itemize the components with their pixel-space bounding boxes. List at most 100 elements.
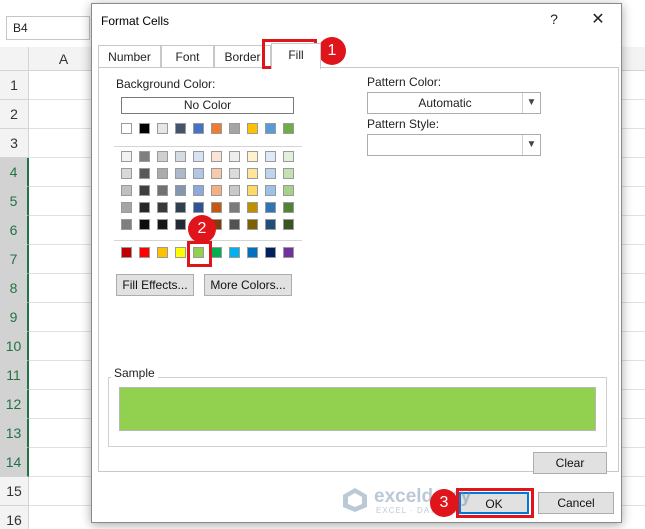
color-swatch[interactable]	[247, 202, 258, 213]
clear-button[interactable]: Clear	[533, 452, 607, 474]
color-swatch[interactable]	[175, 123, 186, 134]
color-swatch[interactable]	[157, 219, 168, 230]
row-header[interactable]: 9	[0, 303, 29, 332]
color-swatch[interactable]	[283, 123, 294, 134]
pattern-style-dropdown[interactable]: ▼	[367, 134, 541, 156]
color-swatch[interactable]	[229, 185, 240, 196]
color-swatch[interactable]	[157, 168, 168, 179]
row-header[interactable]: 6	[0, 216, 29, 245]
row-header[interactable]: 12	[0, 390, 29, 419]
color-swatch[interactable]	[247, 247, 258, 258]
color-swatch[interactable]	[121, 168, 132, 179]
color-swatch[interactable]	[247, 168, 258, 179]
no-color-button[interactable]: No Color	[121, 97, 294, 114]
color-swatch[interactable]	[157, 123, 168, 134]
row-header[interactable]: 2	[0, 100, 29, 129]
color-swatch[interactable]	[121, 151, 132, 162]
color-swatch[interactable]	[121, 247, 132, 258]
color-swatch[interactable]	[229, 151, 240, 162]
color-swatch[interactable]	[139, 247, 150, 258]
color-swatch[interactable]	[211, 151, 222, 162]
color-swatch[interactable]	[283, 151, 294, 162]
color-swatch[interactable]	[265, 168, 276, 179]
row-header[interactable]: 8	[0, 274, 29, 303]
color-swatch[interactable]	[211, 123, 222, 134]
color-swatch[interactable]	[157, 151, 168, 162]
row-header[interactable]: 15	[0, 477, 29, 506]
color-swatch[interactable]	[121, 123, 132, 134]
pattern-color-dropdown[interactable]: Automatic ▼	[367, 92, 541, 114]
more-colors-button[interactable]: More Colors...	[204, 274, 292, 296]
row-header[interactable]: 3	[0, 129, 29, 158]
color-swatch[interactable]	[265, 202, 276, 213]
color-swatch[interactable]	[265, 247, 276, 258]
pattern-style-label: Pattern Style:	[367, 117, 440, 131]
tab-fill[interactable]: Fill	[271, 43, 321, 69]
color-swatch[interactable]	[265, 185, 276, 196]
color-swatch[interactable]	[229, 123, 240, 134]
cancel-button[interactable]: Cancel	[538, 492, 614, 514]
row-header[interactable]: 13	[0, 419, 29, 448]
color-swatch[interactable]	[175, 219, 186, 230]
color-swatch[interactable]	[139, 202, 150, 213]
color-swatch[interactable]	[121, 219, 132, 230]
color-swatch[interactable]	[211, 202, 222, 213]
color-swatch[interactable]	[283, 219, 294, 230]
color-swatch[interactable]	[265, 123, 276, 134]
color-swatch[interactable]	[193, 202, 204, 213]
color-swatch[interactable]	[193, 123, 204, 134]
color-swatch[interactable]	[247, 185, 258, 196]
color-swatch[interactable]	[283, 202, 294, 213]
color-swatch[interactable]	[193, 185, 204, 196]
color-swatch[interactable]	[139, 219, 150, 230]
fill-effects-button[interactable]: Fill Effects...	[116, 274, 194, 296]
tab-number[interactable]: Number	[98, 45, 161, 68]
color-swatch[interactable]	[157, 247, 168, 258]
color-swatch[interactable]	[229, 219, 240, 230]
color-swatch[interactable]	[283, 168, 294, 179]
row-header[interactable]: 11	[0, 361, 29, 390]
color-swatch[interactable]	[121, 185, 132, 196]
color-swatch[interactable]	[175, 168, 186, 179]
color-swatch[interactable]	[247, 219, 258, 230]
tab-font[interactable]: Font	[161, 45, 214, 68]
color-swatch[interactable]	[193, 151, 204, 162]
color-swatch[interactable]	[211, 247, 222, 258]
row-header[interactable]: 10	[0, 332, 29, 361]
color-swatch[interactable]	[229, 202, 240, 213]
close-button[interactable]: ✕	[587, 9, 609, 31]
color-swatch[interactable]	[265, 219, 276, 230]
color-swatch[interactable]	[175, 151, 186, 162]
color-swatch[interactable]	[139, 185, 150, 196]
help-button[interactable]: ?	[546, 11, 562, 29]
color-swatch[interactable]	[265, 151, 276, 162]
color-swatch[interactable]	[247, 151, 258, 162]
color-swatch[interactable]	[157, 202, 168, 213]
color-swatch[interactable]	[175, 202, 186, 213]
name-box[interactable]: B4	[6, 16, 90, 40]
dialog-titlebar[interactable]: Format Cells ? ✕	[92, 4, 621, 38]
color-swatch[interactable]	[121, 202, 132, 213]
color-swatch[interactable]	[211, 168, 222, 179]
color-swatch[interactable]	[283, 185, 294, 196]
color-swatch[interactable]	[157, 185, 168, 196]
color-swatch[interactable]	[139, 151, 150, 162]
color-swatch[interactable]	[229, 247, 240, 258]
color-swatch[interactable]	[139, 123, 150, 134]
color-swatch[interactable]	[211, 185, 222, 196]
row-header[interactable]: 5	[0, 187, 29, 216]
color-swatch[interactable]	[193, 168, 204, 179]
row-header[interactable]: 1	[0, 71, 29, 100]
color-swatch[interactable]	[247, 123, 258, 134]
row-header[interactable]: 7	[0, 245, 29, 274]
color-swatch[interactable]	[139, 168, 150, 179]
color-swatch[interactable]	[229, 168, 240, 179]
color-swatch[interactable]	[175, 185, 186, 196]
column-header-a[interactable]: A	[29, 47, 99, 71]
row-header[interactable]: 14	[0, 448, 29, 477]
row-header[interactable]: 4	[0, 158, 29, 187]
row-header[interactable]: 16	[0, 506, 29, 529]
color-swatch[interactable]	[175, 247, 186, 258]
color-swatch[interactable]	[283, 247, 294, 258]
select-all-corner[interactable]	[0, 47, 29, 71]
